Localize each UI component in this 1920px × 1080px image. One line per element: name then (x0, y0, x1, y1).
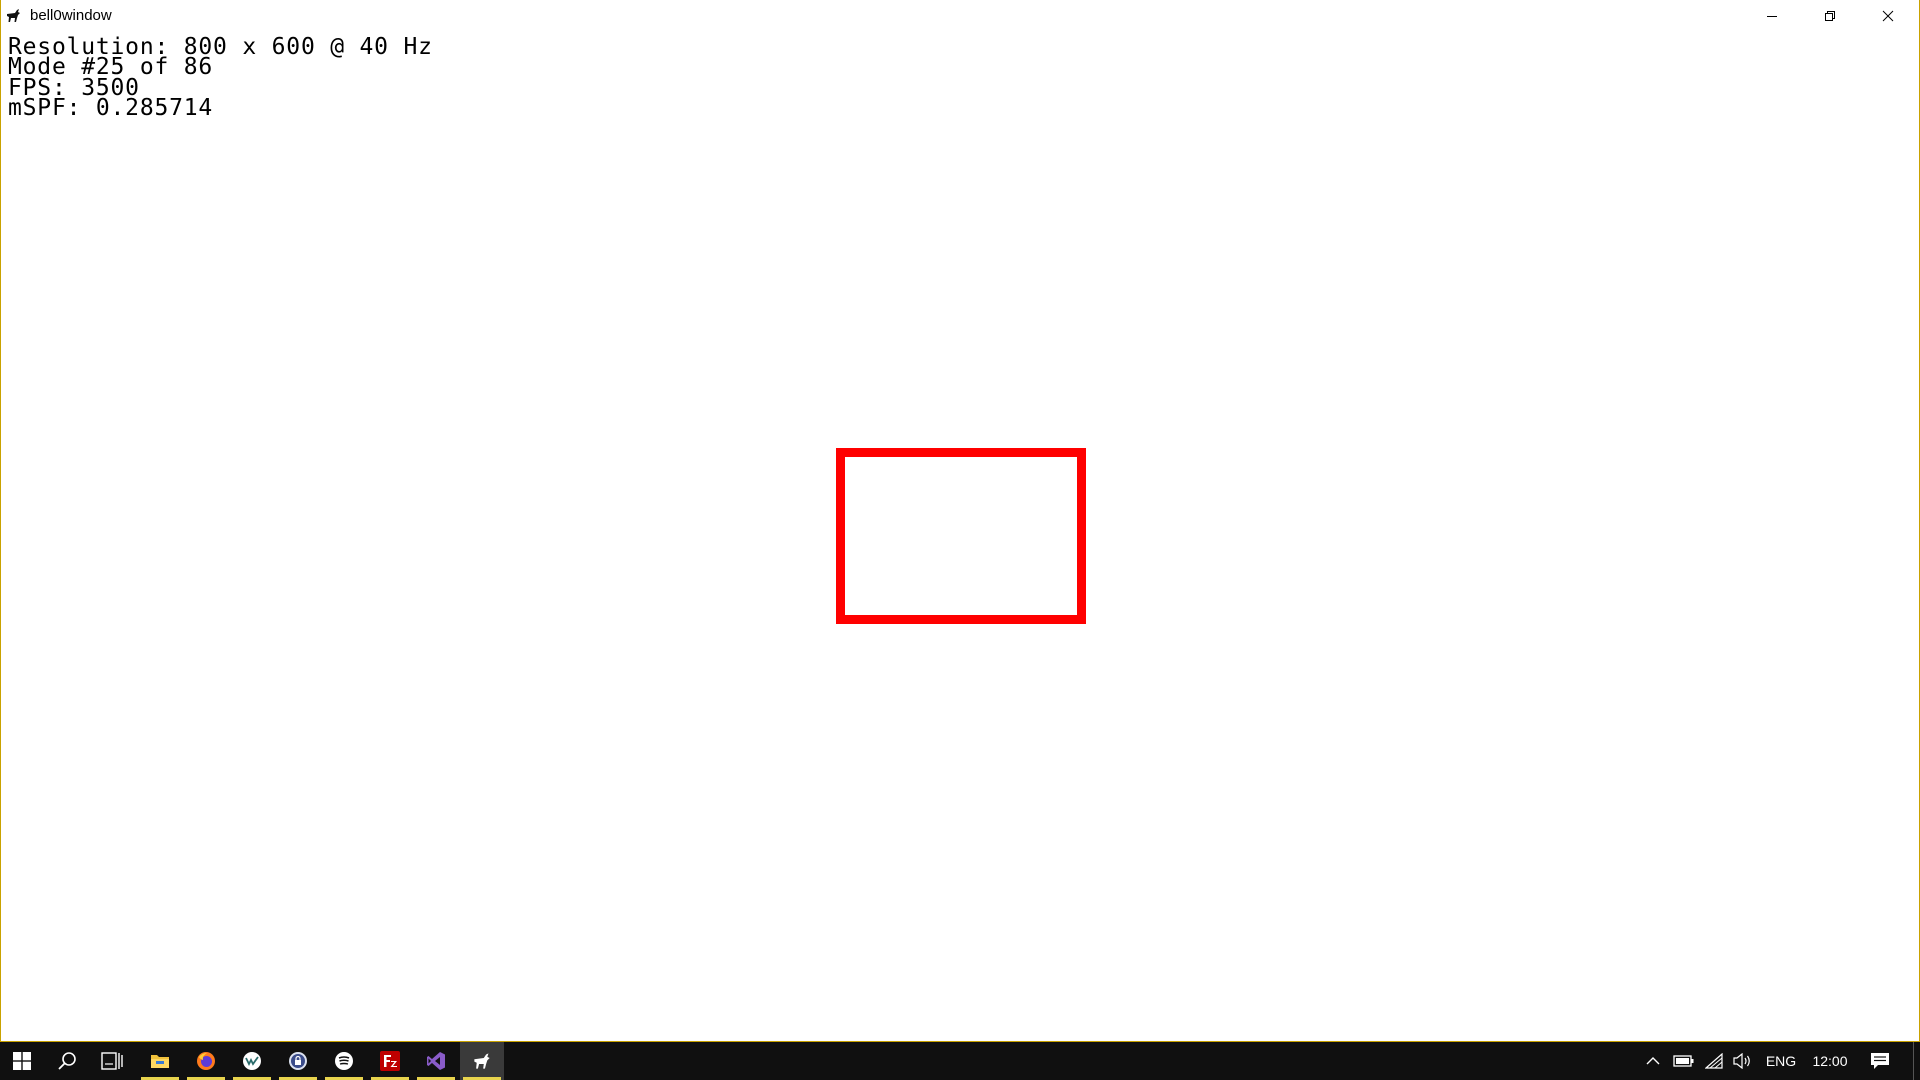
taskbar-item-filezilla[interactable] (368, 1042, 412, 1080)
task-view-icon (101, 1052, 123, 1070)
notification-icon (1871, 1053, 1889, 1069)
language-indicator: ENG (1765, 1053, 1797, 1069)
minimize-icon (1767, 15, 1777, 17)
tray-language[interactable]: ENG (1760, 1042, 1802, 1080)
app-window: bell0window Resolution: 800 x 600 @ 40 H… (0, 0, 1920, 1041)
music-icon (335, 1052, 353, 1070)
lock-icon (289, 1052, 307, 1070)
firefox-icon (197, 1052, 215, 1070)
goat-icon[interactable] (5, 7, 22, 24)
tray-overflow-button[interactable] (1640, 1042, 1666, 1080)
red-rectangle (836, 448, 1086, 624)
window-title: bell0window (30, 7, 112, 24)
minimize-button[interactable] (1743, 0, 1801, 31)
taskbar-item-firefox[interactable] (184, 1042, 228, 1080)
maximize-button[interactable] (1801, 0, 1859, 31)
tray-network[interactable] (1700, 1042, 1728, 1080)
vk-icon (243, 1052, 261, 1070)
tray-clock[interactable]: 12:00 (1804, 1042, 1856, 1080)
taskbar-item-bell0window[interactable] (460, 1042, 504, 1080)
goat-icon (474, 1053, 490, 1069)
folder-icon (151, 1055, 169, 1068)
close-button[interactable] (1859, 0, 1917, 31)
battery-icon (1673, 1055, 1694, 1067)
tray-battery[interactable] (1670, 1042, 1698, 1080)
tray-volume[interactable] (1728, 1042, 1756, 1080)
action-center-button[interactable] (1862, 1042, 1898, 1080)
close-icon (1882, 10, 1894, 21)
title-bar[interactable]: bell0window (1, 0, 1919, 31)
render-area[interactable]: Resolution: 800 x 600 @ 40 Hz Mode #25 o… (1, 31, 1919, 1041)
taskbar-item-file-explorer[interactable] (138, 1042, 182, 1080)
task-view-button[interactable] (90, 1042, 134, 1080)
filezilla-icon (380, 1051, 400, 1071)
show-desktop-button[interactable] (1913, 1042, 1914, 1080)
restore-icon (1825, 10, 1835, 21)
stats-overlay: Resolution: 800 x 600 @ 40 Hz Mode #25 o… (8, 35, 433, 121)
taskbar-item-music[interactable] (322, 1042, 366, 1080)
taskbar-item-keepass[interactable] (276, 1042, 320, 1080)
mspf-text: mSPF: 0.285714 (8, 94, 214, 121)
volume-icon (1733, 1053, 1750, 1069)
chevron-up-icon (1646, 1057, 1660, 1065)
wifi-icon (1705, 1053, 1723, 1069)
search-icon (58, 1052, 76, 1070)
visual-studio-icon (427, 1052, 445, 1070)
windows-icon (13, 1052, 31, 1070)
taskbar: ENG 12:00 (0, 1041, 1920, 1080)
clock-text: 12:00 (1812, 1053, 1848, 1069)
taskbar-item-visual-studio[interactable] (414, 1042, 458, 1080)
search-button[interactable] (45, 1042, 89, 1080)
taskbar-item-vk[interactable] (230, 1042, 274, 1080)
start-button[interactable] (0, 1042, 44, 1080)
